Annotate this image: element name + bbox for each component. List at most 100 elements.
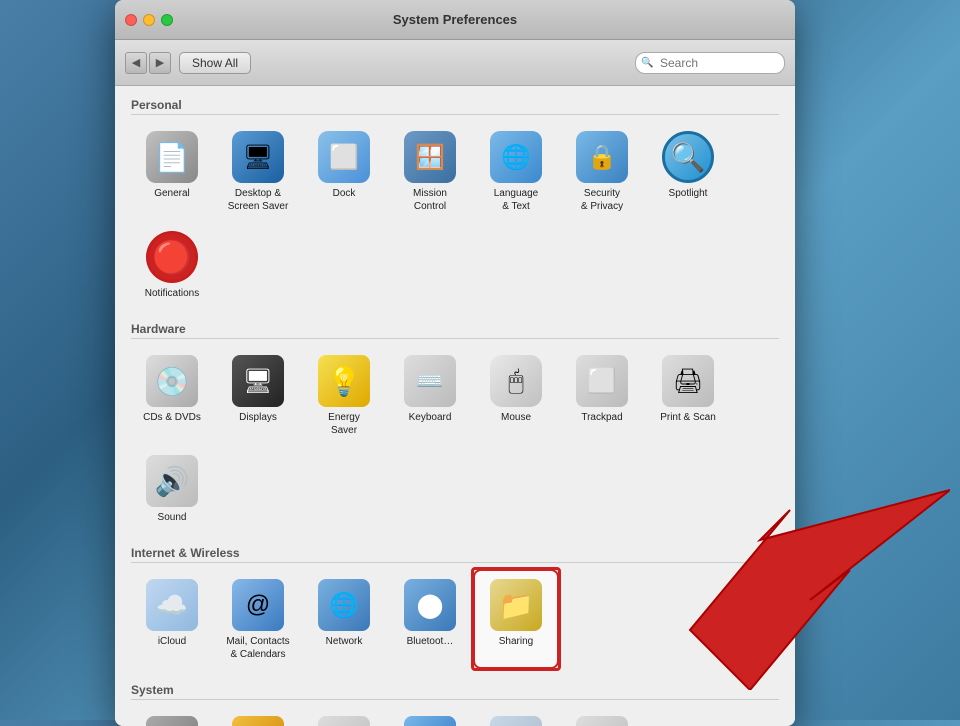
date-time-icon: 🕐 (318, 716, 370, 726)
network-icon: 🌐 (318, 579, 370, 631)
print-scan-label: Print & Scan (660, 411, 716, 424)
pref-item-desktop-screen-saver[interactable]: 🖥 Desktop & Screen Saver (217, 123, 299, 219)
pref-item-sharing[interactable]: 📁 Sharing (475, 571, 557, 667)
sound-icon: 🔊 (146, 455, 198, 507)
bluetooth-label: Bluetoot… (407, 635, 454, 648)
forward-button[interactable]: ▶ (149, 52, 171, 74)
pref-item-mail-contacts[interactable]: @ Mail, Contacts & Calendars (217, 571, 299, 667)
parental-controls-icon: 👶 (232, 716, 284, 726)
bluetooth-icon: ⬤ (404, 579, 456, 631)
cds-dvds-label: CDs & DVDs (143, 411, 201, 424)
pref-item-displays[interactable]: 🖥 Displays (217, 347, 299, 443)
pref-item-language-text[interactable]: 🌐 Language & Text (475, 123, 557, 219)
print-scan-icon: 🖨 (662, 355, 714, 407)
sharing-icon: 📁 (490, 579, 542, 631)
pref-item-general[interactable]: 📄 General (131, 123, 213, 219)
general-icon: 📄 (146, 131, 198, 183)
mail-contacts-label: Mail, Contacts & Calendars (226, 635, 289, 661)
energy-saver-icon: 💡 (318, 355, 370, 407)
pref-item-trackpad[interactable]: ⬜ Trackpad (561, 347, 643, 443)
software-update-icon: ↻ (404, 716, 456, 726)
mission-control-label: Mission Control (413, 187, 447, 213)
show-all-button[interactable]: Show All (179, 52, 251, 74)
pref-item-spotlight[interactable]: 🔍 Spotlight (647, 123, 729, 219)
section-hardware: Hardware 💿CDs & DVDs 🖥 Displays 💡 Energy Save… (131, 322, 779, 530)
keyboard-label: Keyboard (409, 411, 452, 424)
pref-item-users-groups[interactable]: 👥Users & Groups (131, 708, 213, 726)
desktop-screen-saver-icon: 🖥 (232, 131, 284, 183)
pref-item-network[interactable]: 🌐 Network (303, 571, 385, 667)
pref-item-notifications[interactable]: 🔴 Notifications (131, 223, 213, 306)
mouse-icon: 🖱 (490, 355, 542, 407)
back-button[interactable]: ◀ (125, 52, 147, 74)
preferences-content: Personal 📄 General 🖥 Desktop & Screen Saver ⬜… (115, 86, 795, 726)
mail-contacts-icon: @ (232, 579, 284, 631)
sharing-label: Sharing (499, 635, 533, 648)
pref-grid-system: 👥Users & Groups👶Parental Controls🕐Date &… (131, 708, 779, 726)
pref-item-software-update[interactable]: ↻Software Update (389, 708, 471, 726)
pref-item-mission-control[interactable]: 🪟 Mission Control (389, 123, 471, 219)
pref-grid-internet-wireless: ☁️ iCloud @ Mail, Contacts & Calendars 🌐 Netw… (131, 571, 779, 667)
pref-item-keyboard[interactable]: ⌨️ Keyboard (389, 347, 471, 443)
section-title-personal: Personal (131, 98, 779, 115)
section-internet-wireless: Internet & Wireless ☁️ iCloud @ Mail, Contac… (131, 546, 779, 667)
traffic-lights (125, 14, 173, 26)
language-text-icon: 🌐 (490, 131, 542, 183)
maximize-button[interactable] (161, 14, 173, 26)
security-privacy-icon: 🔒 (576, 131, 628, 183)
time-machine-icon: ⏱ (576, 716, 628, 726)
pref-item-date-time[interactable]: 🕐Date & Time (303, 708, 385, 726)
pref-item-security-privacy[interactable]: 🔒 Security & Privacy (561, 123, 643, 219)
icloud-label: iCloud (158, 635, 186, 648)
dock-icon: ⬜ (318, 131, 370, 183)
pref-item-energy-saver[interactable]: 💡 Energy Saver (303, 347, 385, 443)
pref-item-bluetooth[interactable]: ⬤ Bluetoot… (389, 571, 471, 667)
displays-label: Displays (239, 411, 277, 424)
energy-saver-label: Energy Saver (328, 411, 360, 437)
pref-item-mouse[interactable]: 🖱 Mouse (475, 347, 557, 443)
keyboard-icon: ⌨️ (404, 355, 456, 407)
close-button[interactable] (125, 14, 137, 26)
displays-icon: 🖥 (232, 355, 284, 407)
dictation-speech-icon: 🎙 (490, 716, 542, 726)
section-personal: Personal 📄 General 🖥 Desktop & Screen Saver ⬜… (131, 98, 779, 306)
pref-grid-hardware: 💿CDs & DVDs 🖥 Displays 💡 Energy Saver ⌨️ Keybo… (131, 347, 779, 530)
mouse-label: Mouse (501, 411, 531, 424)
section-title-hardware: Hardware (131, 322, 779, 339)
pref-item-sound[interactable]: 🔊 Sound (131, 447, 213, 530)
spotlight-icon: 🔍 (662, 131, 714, 183)
trackpad-icon: ⬜ (576, 355, 628, 407)
users-groups-icon: 👥 (146, 716, 198, 726)
minimize-button[interactable] (143, 14, 155, 26)
mission-control-icon: 🪟 (404, 131, 456, 183)
pref-item-dictation-speech[interactable]: 🎙Dictation & Speech (475, 708, 557, 726)
toolbar: ◀ ▶ Show All (115, 40, 795, 86)
pref-item-print-scan[interactable]: 🖨 Print & Scan (647, 347, 729, 443)
spotlight-label: Spotlight (669, 187, 708, 200)
window-title: System Preferences (393, 12, 517, 27)
trackpad-label: Trackpad (581, 411, 622, 424)
search-input[interactable] (635, 52, 785, 74)
network-label: Network (326, 635, 363, 648)
pref-item-icloud[interactable]: ☁️ iCloud (131, 571, 213, 667)
titlebar: System Preferences (115, 0, 795, 40)
search-wrapper (635, 52, 785, 74)
general-label: General (154, 187, 190, 200)
language-text-label: Language & Text (494, 187, 539, 213)
pref-item-parental-controls[interactable]: 👶Parental Controls (217, 708, 299, 726)
notifications-icon: 🔴 (146, 231, 198, 283)
desktop-screen-saver-label: Desktop & Screen Saver (228, 187, 289, 213)
system-preferences-window: System Preferences ◀ ▶ Show All Personal… (115, 0, 795, 726)
sound-label: Sound (158, 511, 187, 524)
dock-label: Dock (333, 187, 356, 200)
notifications-label: Notifications (145, 287, 199, 300)
security-privacy-label: Security & Privacy (581, 187, 623, 213)
pref-item-time-machine[interactable]: ⏱Time Machine (561, 708, 643, 726)
pref-item-dock[interactable]: ⬜ Dock (303, 123, 385, 219)
section-title-system: System (131, 683, 779, 700)
pref-grid-personal: 📄 General 🖥 Desktop & Screen Saver ⬜ Dock 🪟 Mis… (131, 123, 779, 306)
nav-buttons: ◀ ▶ (125, 52, 171, 74)
section-title-internet-wireless: Internet & Wireless (131, 546, 779, 563)
icloud-icon: ☁️ (146, 579, 198, 631)
pref-item-cds-dvds[interactable]: 💿CDs & DVDs (131, 347, 213, 443)
